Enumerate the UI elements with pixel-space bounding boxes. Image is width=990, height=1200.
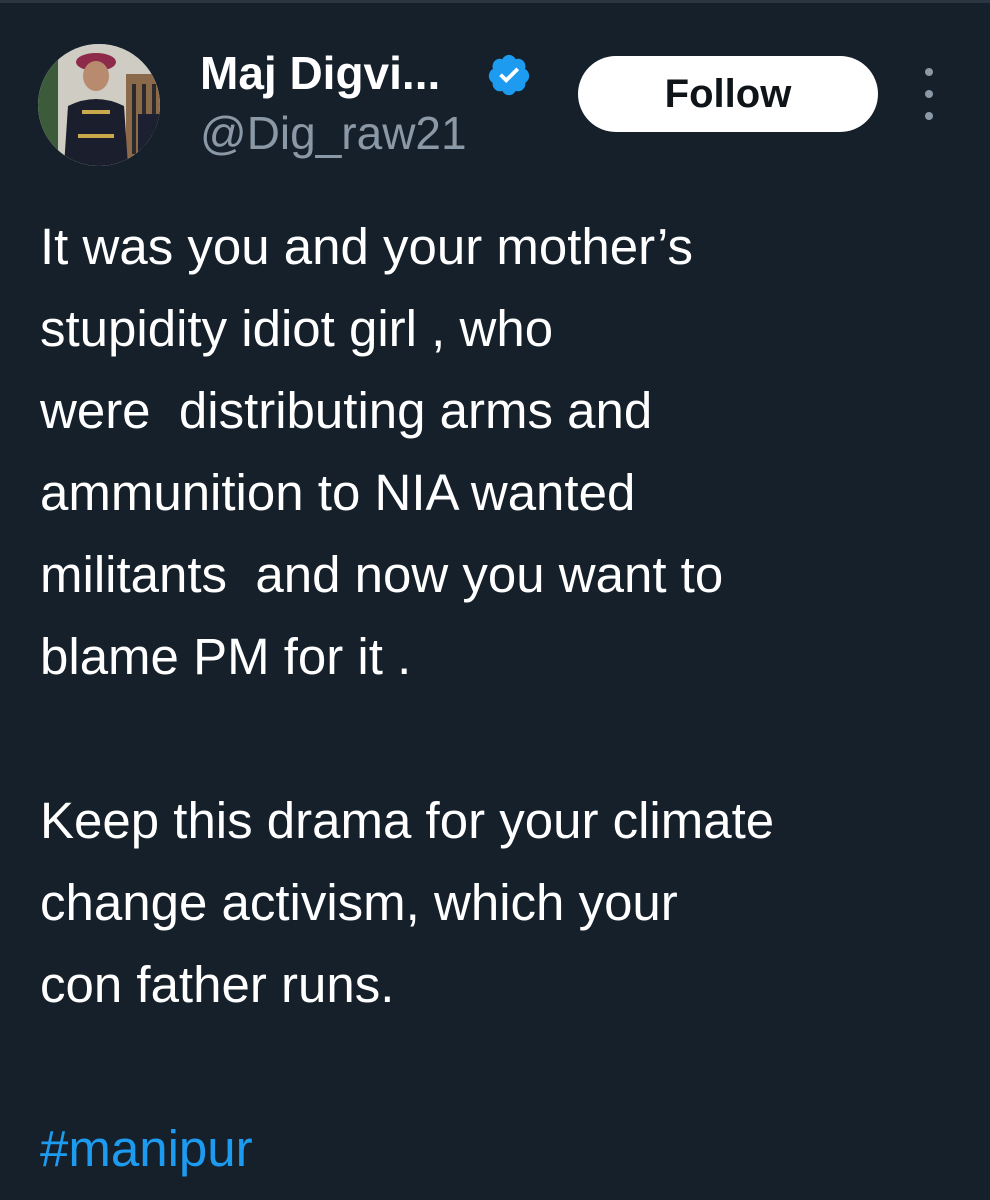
more-dot — [925, 112, 933, 120]
hashtag-link[interactable]: #manipur — [40, 1108, 253, 1190]
more-dot — [925, 90, 933, 98]
tweet-line: change activism, which your — [40, 874, 678, 931]
tweet-paragraph: Keep this drama for your climate change … — [40, 780, 970, 1026]
tweet-paragraph: It was you and your mother’s stupidity i… — [40, 206, 970, 698]
follow-button[interactable]: Follow — [578, 56, 878, 132]
more-dot — [925, 68, 933, 76]
tweet-line: militants and now you want to — [40, 546, 724, 603]
avatar-photo — [38, 44, 160, 166]
tweet-line: Keep this drama for your climate — [40, 792, 775, 849]
tweet-line: It was you and your mother’s — [40, 218, 693, 275]
author-display-name[interactable]: Maj Digvi... — [200, 46, 440, 100]
tweet-line: blame PM for it . — [40, 628, 412, 685]
more-options-icon[interactable] — [912, 68, 946, 120]
author-handle[interactable]: @Dig_raw21 — [200, 106, 467, 160]
tweet-line: stupidity idiot girl , who — [40, 300, 554, 357]
tweet-line: were distributing arms and — [40, 382, 653, 439]
verified-badge-icon — [488, 54, 530, 96]
top-divider — [0, 0, 990, 3]
avatar[interactable] — [38, 44, 160, 166]
tweet-line: ammunition to NIA wanted — [40, 464, 636, 521]
tweet-text: It was you and your mother’s stupidity i… — [40, 206, 970, 1190]
tweet-line: con father runs. — [40, 956, 395, 1013]
